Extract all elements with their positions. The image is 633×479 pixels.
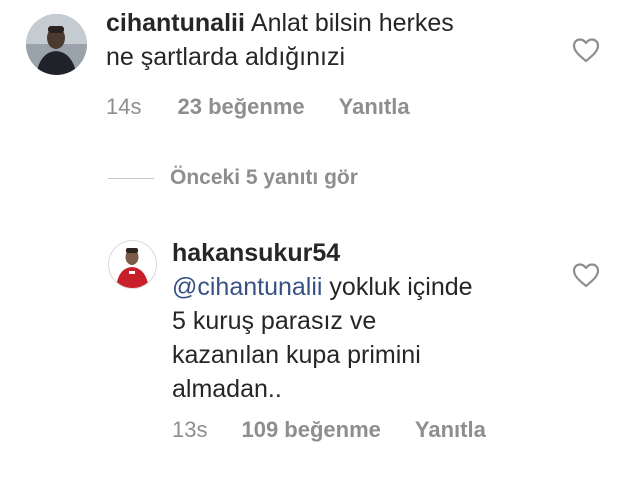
comment-cihantunalii: cihantunalii Anlat bilsin herkes ne şartl… [0,0,633,140]
comment-text-line: kazanılan kupa primini [172,341,421,369]
avatar[interactable] [26,14,87,75]
comment-text-line: ne şartlarda aldığınızi [106,43,346,71]
username[interactable]: hakansukur54 [172,236,467,270]
reply-button[interactable]: Yanıtla [415,417,486,443]
comment-hakansukur54: hakansukur54 @cihantunalii yokluk içinde… [0,230,633,460]
comment-text: hakansukur54 @cihantunalii yokluk içinde… [172,236,473,406]
comment-text-line: yokluk içinde [329,273,473,301]
timestamp: 13s [172,417,208,442]
comment-text-line: Anlat bilsin herkes [250,9,454,37]
mention-link[interactable]: @cihantunalii [172,273,322,301]
likes-count[interactable]: 109 beğenme [241,417,380,443]
comment-text-line: 5 kuruş parasız ve [172,307,377,335]
avatar[interactable] [108,240,157,289]
comment-text-line: almadan.. [172,375,282,403]
divider-line [108,177,154,179]
timestamp: 14s [106,94,142,119]
view-previous-replies[interactable]: Önceki 5 yanıtı gör [108,166,358,190]
likes-count[interactable]: 23 beğenme [177,94,304,120]
heart-outline-icon[interactable] [572,262,600,288]
comment-text: cihantunalii Anlat bilsin herkes ne şartl… [106,6,454,74]
comment-meta: 13s 109 beğenme Yanıtla [172,417,486,443]
username[interactable]: cihantunalii [106,9,245,37]
comment-meta: 14s 23 beğenme Yanıtla [106,94,410,120]
reply-button[interactable]: Yanıtla [339,94,410,120]
view-replies-label[interactable]: Önceki 5 yanıtı gör [170,166,358,190]
heart-outline-icon[interactable] [572,37,600,63]
